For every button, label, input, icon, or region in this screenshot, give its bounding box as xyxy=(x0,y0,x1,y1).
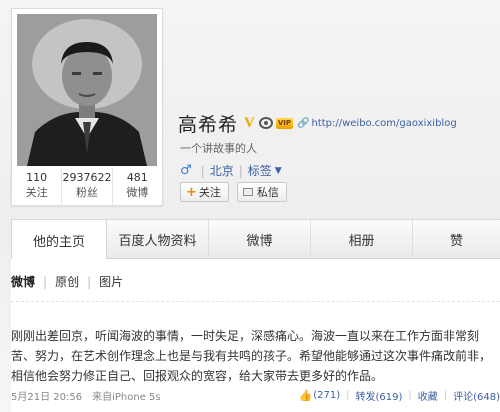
message-label: 私信 xyxy=(256,186,279,199)
stat-following-label: 关注 xyxy=(25,186,48,199)
separator: | xyxy=(43,274,48,289)
post-text: 刚刚出差回京，听闻海波的事情，一时失足，深感痛心。海波一直以来在工作方面非常刻 … xyxy=(11,326,496,386)
blog-link[interactable]: http://weibo.com/gaoxixiblog xyxy=(311,118,456,129)
profile-stats: 110 关注 2937622 粉丝 481 微博 xyxy=(12,169,162,205)
tab-album[interactable]: 相册 xyxy=(311,220,413,258)
post-time[interactable]: 5月21日 20:56 xyxy=(11,388,82,403)
stat-posts-label: 微博 xyxy=(126,186,149,199)
repost-button[interactable]: 转发(619) xyxy=(355,388,402,403)
thumbs-up-icon: 👍 xyxy=(298,388,313,402)
like-button[interactable]: 👍 (271) xyxy=(299,389,341,402)
separator: | xyxy=(200,163,205,178)
stat-followers-label: 粉丝 xyxy=(75,186,98,199)
stat-following[interactable]: 110 关注 xyxy=(12,169,63,205)
stat-followers-count: 2937622 xyxy=(62,171,112,184)
profile-card: 110 关注 2937622 粉丝 481 微博 xyxy=(11,8,163,206)
separator: | xyxy=(408,389,412,401)
follow-label: 关注 xyxy=(198,186,221,199)
tab-weibo[interactable]: 微博 xyxy=(209,220,311,258)
verified-badge-icon[interactable]: V xyxy=(244,115,255,132)
stat-posts[interactable]: 481 微博 xyxy=(113,169,162,205)
post-line: 刚刚出差回京，听闻海波的事情，一时失足，深感痛心。海波一直以来在工作方面非常刻 xyxy=(11,329,480,343)
separator: | xyxy=(346,389,350,401)
filter-all[interactable]: 微博 xyxy=(11,273,35,290)
plus-icon: + xyxy=(186,184,197,200)
filter-pictures[interactable]: 图片 xyxy=(99,273,123,290)
post-line: 苦、努力，在艺术创作理念上也是与我有共鸣的孩子。希望他能够通过这次事件痛改前非， xyxy=(11,349,492,363)
profile-name-row: 高希希 V VIP 🔗 http://weibo.com/gaoxixiblog xyxy=(178,111,457,136)
male-gender-icon: ♂ xyxy=(180,163,192,178)
profile-tabs: 他的主页 百度人物资料 微博 相册 赞 xyxy=(11,219,500,260)
feed-filters: 微博 | 原创 | 图片 xyxy=(11,273,123,290)
feed: 微博 | 原创 | 图片 刚刚出差回京，听闻海波的事情，一时失足，深感痛心。海波… xyxy=(11,259,500,412)
profile-intro: 一个讲故事的人 xyxy=(180,142,257,155)
like-count: (271) xyxy=(313,389,341,401)
filter-original[interactable]: 原创 xyxy=(55,273,79,290)
tab-home[interactable]: 他的主页 xyxy=(11,220,107,260)
link-icon: 🔗 xyxy=(297,117,310,129)
follow-button[interactable]: + 关注 xyxy=(180,182,229,202)
separator: | xyxy=(238,163,243,178)
caret-down-icon[interactable]: ▼ xyxy=(275,166,282,176)
stat-posts-count: 481 xyxy=(126,171,148,184)
post-source: 来自iPhone 5s xyxy=(92,391,161,403)
profile-actions: + 关注 私信 xyxy=(180,182,287,202)
message-icon xyxy=(242,188,253,196)
divider xyxy=(11,301,500,302)
favorite-button[interactable]: 收藏 xyxy=(418,388,438,403)
eye-icon[interactable] xyxy=(258,117,273,129)
post-actions: 👍 (271) | 转发(619) | 收藏 | 评论(648) xyxy=(299,388,500,403)
profile-meta-row: ♂ | 北京 | 标签 ▼ xyxy=(180,162,282,179)
stat-following-count: 110 xyxy=(26,171,48,184)
profile-location[interactable]: 北京 xyxy=(210,162,234,179)
avatar[interactable] xyxy=(17,14,157,166)
tags-dropdown[interactable]: 标签 xyxy=(248,162,272,179)
post-meta: 5月21日 20:56 来自iPhone 5s 👍 (271) | 转发(619… xyxy=(11,386,500,404)
comment-button[interactable]: 评论(648) xyxy=(453,388,500,403)
profile-name: 高希希 xyxy=(178,113,239,136)
vip-badge-icon[interactable]: VIP xyxy=(275,117,294,129)
tab-likes[interactable]: 赞 xyxy=(413,220,500,258)
message-button[interactable]: 私信 xyxy=(236,182,287,202)
tab-baidu-profile[interactable]: 百度人物资料 xyxy=(107,220,209,258)
avatar-photo xyxy=(17,14,157,166)
separator: | xyxy=(443,389,448,401)
separator: | xyxy=(87,274,92,289)
post-line: 相信他会努力修正自己、回报观众的宽容，给大家带去更多好的作品。 xyxy=(11,369,384,383)
stat-followers[interactable]: 2937622 粉丝 xyxy=(62,169,113,205)
